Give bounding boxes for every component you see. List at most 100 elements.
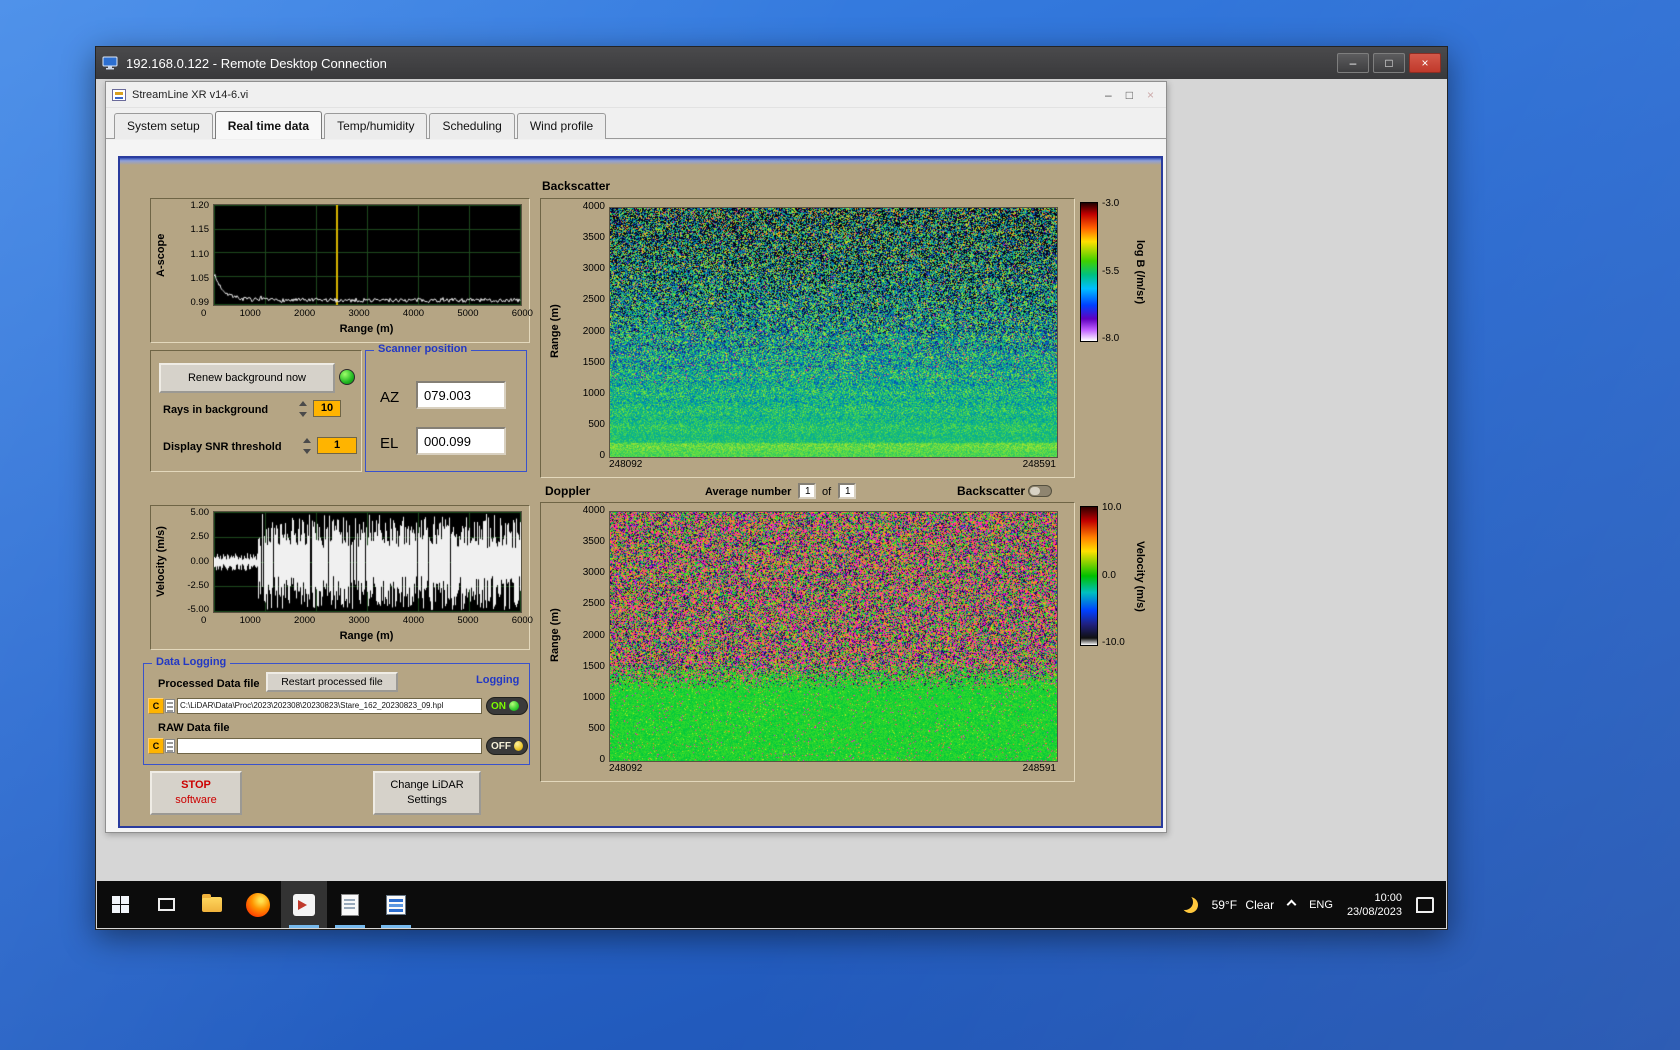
rdp-titlebar[interactable]: 192.168.0.122 - Remote Desktop Connectio… <box>96 47 1447 79</box>
remote-session-area: StreamLine XR v14-6.vi – □ × System setu… <box>97 79 1446 928</box>
tick-label: 4000 <box>403 616 424 626</box>
rdp-minimize-button[interactable]: – <box>1337 53 1369 73</box>
ascope-yticks: 1.201.151.101.050.99 <box>175 201 209 308</box>
snr-value-field[interactable]: 1 <box>317 437 357 454</box>
stop-software-button[interactable]: STOP software <box>150 771 242 815</box>
tab-bar: System setupReal time dataTemp/humidityS… <box>106 109 1166 139</box>
taskbar-clock[interactable]: 10:00 23/08/2023 <box>1347 891 1402 919</box>
tab-wind-profile[interactable]: Wind profile <box>517 113 606 139</box>
tick-label: 0 <box>599 755 605 765</box>
streamline-app-window: StreamLine XR v14-6.vi – □ × System setu… <box>105 81 1167 833</box>
tick-label: 2000 <box>583 327 605 337</box>
notification-center-icon[interactable] <box>1416 897 1434 913</box>
editor-app-icon <box>386 895 406 915</box>
doppler-xticks: 248092 248591 <box>609 764 1056 774</box>
tick-label: 0 <box>201 309 206 319</box>
tick-label: 0.99 <box>191 298 210 308</box>
raw-browse-icon[interactable] <box>165 739 175 753</box>
tick-label: 1500 <box>583 662 605 672</box>
logging-off-label: OFF <box>491 741 511 752</box>
tab-scheduling[interactable]: Scheduling <box>429 113 514 139</box>
tick-label: 2500 <box>583 599 605 609</box>
logging-on-button[interactable]: ON <box>486 697 528 715</box>
doppler-colorbar-ticks: 10.00.0-10.0 <box>1102 502 1134 648</box>
tick-label: 2000 <box>583 631 605 641</box>
velocity-yticks: 5.002.500.00-2.50-5.00 <box>175 508 209 615</box>
snr-spinner[interactable] <box>303 438 314 454</box>
processed-drive-button[interactable]: C <box>148 698 164 714</box>
data-logging-group: Data Logging Processed Data file Restart… <box>143 663 530 765</box>
tick-label: 3000 <box>583 568 605 578</box>
doppler-heatmap <box>609 511 1058 762</box>
tick-label: 5.00 <box>191 508 210 518</box>
file-explorer-button[interactable] <box>189 881 235 928</box>
logging-off-button[interactable]: OFF <box>486 737 528 755</box>
tick-label: 2500 <box>583 295 605 305</box>
backscatter-title: Backscatter <box>542 179 610 193</box>
tick-label: 2000 <box>294 309 315 319</box>
tab-system-setup[interactable]: System setup <box>114 113 213 139</box>
raw-path-field[interactable] <box>177 738 482 754</box>
processed-browse-icon[interactable] <box>165 699 175 713</box>
rdp-close-button[interactable]: × <box>1409 53 1441 73</box>
velocity-xlabel: Range (m) <box>213 630 520 642</box>
doppler-yticks: 40003500300025002000150010005000 <box>567 506 605 765</box>
lidar-front-panel: A-scope 1.201.151.101.050.99 01000200030… <box>118 156 1163 828</box>
firefox-icon <box>246 893 270 917</box>
labview-app-button[interactable] <box>281 881 327 928</box>
backscatter-colorbar-ticks: -3.0-5.5-8.0 <box>1102 198 1134 344</box>
stop-software-label-1: STOP <box>181 778 211 793</box>
rays-spinner[interactable] <box>299 401 310 417</box>
tick-label: 1.05 <box>191 274 210 284</box>
rays-in-background-label: Rays in background <box>163 404 268 416</box>
background-controls-group: Renew background now Rays in background … <box>150 350 362 472</box>
tray-expand-icon[interactable] <box>1287 900 1297 910</box>
logging-on-label: ON <box>491 701 506 712</box>
app-minimize-button[interactable]: – <box>1105 88 1112 102</box>
change-lidar-settings-button[interactable]: Change LiDAR Settings <box>373 771 481 815</box>
task-view-icon <box>158 898 175 911</box>
tick-label: 6000 <box>512 309 533 319</box>
tick-label: 1500 <box>583 358 605 368</box>
taskbar: 59°F Clear ENG 10:00 23/08/2023 <box>97 881 1446 928</box>
scan-schedule-app-button[interactable] <box>327 881 373 928</box>
editor-app-button[interactable] <box>373 881 419 928</box>
backscatter-toggle[interactable] <box>1028 485 1052 497</box>
tab-real-time-data[interactable]: Real time data <box>215 111 322 139</box>
weather-desc: Clear <box>1245 898 1274 912</box>
tick-label: 4000 <box>403 309 424 319</box>
app-maximize-button[interactable]: □ <box>1126 88 1133 102</box>
processed-path-field[interactable]: C:\LiDAR\Data\Proc\2023\202308\20230823\… <box>177 698 482 714</box>
weather-moon-icon <box>1182 897 1198 913</box>
start-button[interactable] <box>97 881 143 928</box>
tick-label: 3000 <box>583 264 605 274</box>
app-close-button[interactable]: × <box>1147 88 1154 102</box>
tab-temp-humidity[interactable]: Temp/humidity <box>324 113 427 139</box>
tick-label: 0.0 <box>1102 570 1116 581</box>
firefox-button[interactable] <box>235 881 281 928</box>
renew-background-button[interactable]: Renew background now <box>159 363 335 393</box>
windows-logo-icon <box>112 896 129 913</box>
raw-drive-button[interactable]: C <box>148 738 164 754</box>
doppler-plot-group: Range (m) 400035003000250020001500100050… <box>540 502 1075 782</box>
rays-value-field[interactable]: 10 <box>313 400 341 417</box>
velocity-xticks: 0100020003000400050006000 <box>201 616 533 626</box>
az-label: AZ <box>380 389 399 406</box>
az-value-field[interactable]: 079.003 <box>416 381 506 409</box>
rdp-maximize-button[interactable]: □ <box>1373 53 1405 73</box>
change-lidar-label-2: Settings <box>407 793 447 808</box>
backscatter-heatmap <box>609 207 1058 458</box>
average-of-field[interactable]: 1 <box>838 483 856 499</box>
tick-label: -8.0 <box>1102 333 1119 344</box>
tick-label: 0.00 <box>191 557 210 567</box>
average-number-field[interactable]: 1 <box>798 483 816 499</box>
processed-data-file-label: Processed Data file <box>158 678 260 690</box>
restart-processed-file-button[interactable]: Restart processed file <box>266 672 398 692</box>
task-view-button[interactable] <box>143 881 189 928</box>
language-indicator[interactable]: ENG <box>1309 899 1333 911</box>
el-value-field[interactable]: 000.099 <box>416 427 506 455</box>
tick-label: 1000 <box>583 389 605 399</box>
weather-widget[interactable]: 59°F Clear <box>1212 898 1275 912</box>
app-titlebar[interactable]: StreamLine XR v14-6.vi – □ × <box>106 82 1166 108</box>
tick-label: 3500 <box>583 537 605 547</box>
